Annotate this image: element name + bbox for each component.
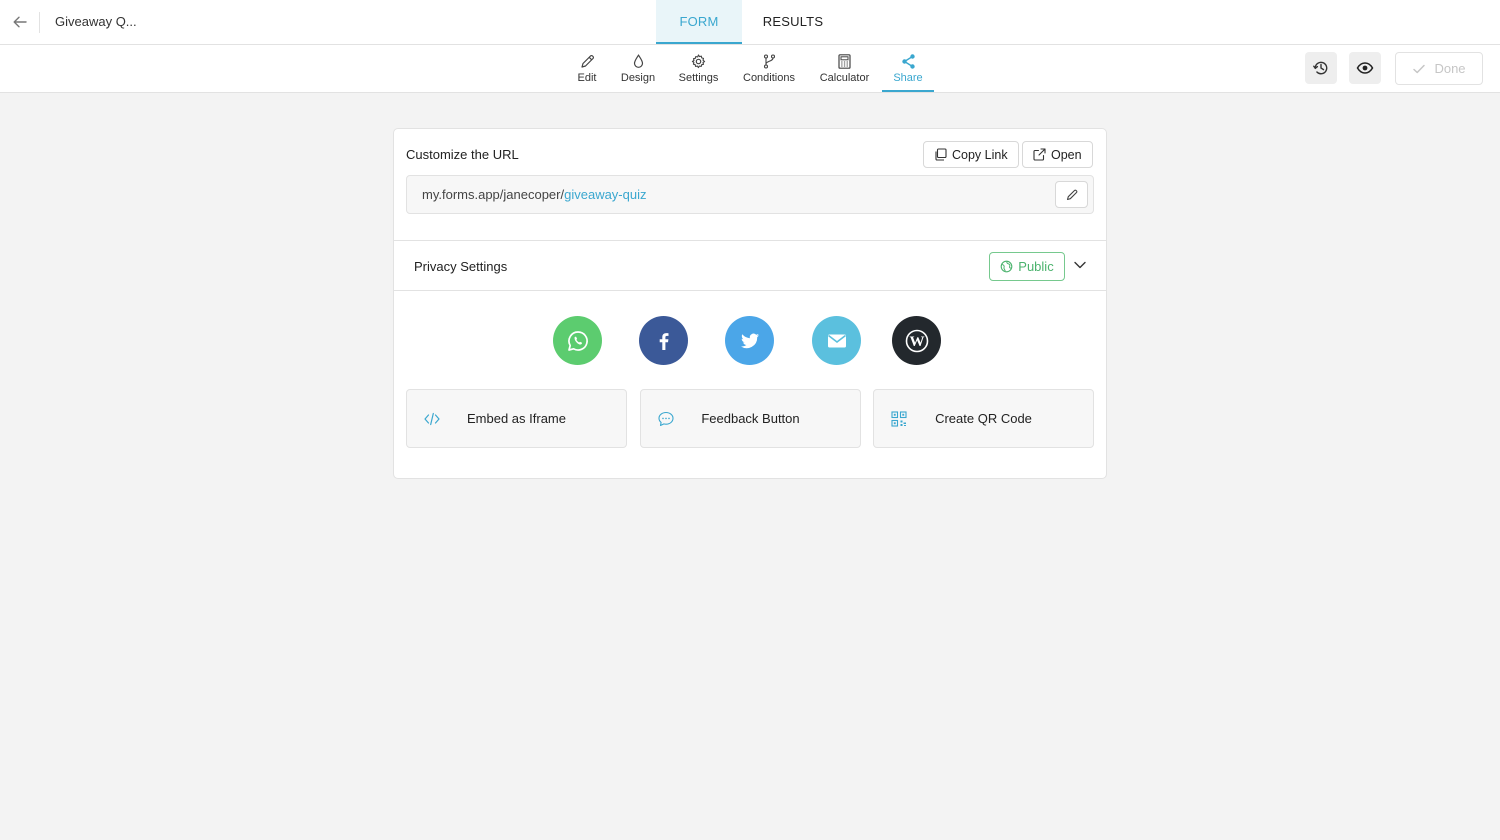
toolbar-conditions[interactable]: Conditions <box>740 45 798 92</box>
share-icon <box>901 54 915 69</box>
whatsapp-icon <box>567 330 588 351</box>
preview-button[interactable] <box>1349 52 1381 84</box>
back-button[interactable] <box>0 0 40 44</box>
history-icon <box>1313 61 1328 75</box>
copy-icon <box>935 148 947 161</box>
toolbar-calculator-label: Calculator <box>819 72 870 84</box>
copy-link-label: Copy Link <box>952 147 1008 162</box>
toolbar-share-label: Share <box>893 72 923 84</box>
create-qr-code-button[interactable]: Create QR Code <box>873 389 1094 448</box>
privacy-public-button[interactable]: Public <box>989 252 1065 281</box>
share-wordpress-button[interactable]: W <box>892 316 941 365</box>
share-email-button[interactable] <box>812 316 861 365</box>
chevron-down-icon[interactable] <box>1072 257 1088 273</box>
done-label: Done <box>1434 61 1466 76</box>
share-card: Customize the URL Copy Link Open my.form… <box>393 128 1107 479</box>
gear-icon <box>691 54 706 69</box>
toolbar-design-label: Design <box>620 72 656 84</box>
divider <box>394 240 1106 241</box>
toolbar-calculator[interactable]: Calculator <box>817 45 872 92</box>
history-button[interactable] <box>1305 52 1337 84</box>
external-link-icon <box>1033 148 1046 161</box>
top-bar: Giveaway Q... FORM RESULTS <box>0 0 1500 45</box>
feedback-button-label: Feedback Button <box>701 411 800 426</box>
embed-iframe-label: Embed as Iframe <box>467 411 566 426</box>
share-facebook-button[interactable] <box>639 316 688 365</box>
create-qr-code-label: Create QR Code <box>935 411 1032 426</box>
privacy-settings-label: Privacy Settings <box>414 259 508 274</box>
divider <box>39 12 40 33</box>
calculator-icon <box>838 54 851 69</box>
checkmark-icon <box>1413 64 1426 73</box>
edit-url-button[interactable] <box>1055 181 1088 208</box>
twitter-icon <box>740 333 759 348</box>
copy-link-button[interactable]: Copy Link <box>923 141 1019 168</box>
share-twitter-button[interactable] <box>725 316 774 365</box>
toolbar-design[interactable]: Design <box>617 45 659 92</box>
toolbar-settings[interactable]: Settings <box>676 45 721 92</box>
toolbar-edit-label: Edit <box>577 72 597 84</box>
toolbar-share[interactable]: Share <box>882 45 934 92</box>
pencil-icon <box>580 54 594 68</box>
eye-icon <box>1356 62 1374 74</box>
email-icon <box>827 334 846 347</box>
facebook-icon <box>659 332 668 350</box>
form-title[interactable]: Giveaway Q... <box>55 0 137 44</box>
divider <box>394 290 1106 291</box>
open-button[interactable]: Open <box>1022 141 1093 168</box>
share-whatsapp-button[interactable] <box>553 316 602 365</box>
branch-icon <box>763 54 775 69</box>
wordpress-icon: W <box>905 329 928 352</box>
arrow-left-icon <box>13 16 27 28</box>
url-text: my.forms.app/janecoper/giveaway-quiz <box>422 176 646 213</box>
toolbar-settings-label: Settings <box>678 72 719 84</box>
globe-icon <box>1000 260 1013 273</box>
pencil-icon <box>1066 189 1077 200</box>
feedback-button-option[interactable]: Feedback Button <box>640 389 861 448</box>
open-label: Open <box>1051 147 1082 162</box>
privacy-value: Public <box>1018 259 1054 274</box>
toolbar-edit[interactable]: Edit <box>572 45 602 92</box>
tab-form[interactable]: FORM <box>656 0 742 44</box>
embed-iframe-button[interactable]: Embed as Iframe <box>406 389 627 448</box>
url-slug: giveaway-quiz <box>564 187 647 202</box>
url-base: my.forms.app/janecoper/ <box>422 187 565 202</box>
done-button[interactable]: Done <box>1395 52 1483 85</box>
customize-url-title: Customize the URL <box>406 147 519 162</box>
svg-text:W: W <box>909 334 924 350</box>
url-field[interactable]: my.forms.app/janecoper/giveaway-quiz <box>406 175 1094 214</box>
tab-results[interactable]: RESULTS <box>750 0 836 44</box>
toolbar-conditions-label: Conditions <box>743 72 795 84</box>
droplet-icon <box>633 54 643 68</box>
editor-toolbar: Edit Design Settings Conditions Calculat… <box>0 45 1500 93</box>
